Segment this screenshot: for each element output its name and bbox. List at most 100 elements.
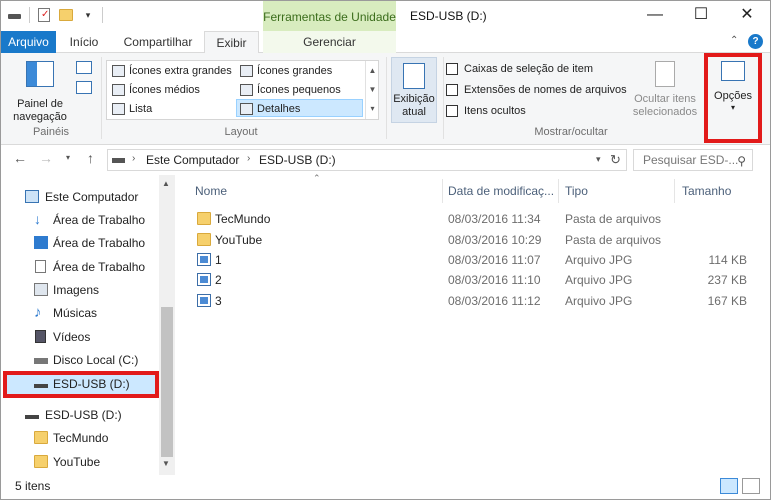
large-icons-view-icon[interactable] [742, 478, 760, 494]
showhide-group-label: Mostrar/ocultar [534, 126, 608, 138]
table-row[interactable]: 2 08/03/2016 11:10 Arquivo JPG 237 KB [193, 270, 753, 290]
help-icon[interactable]: ? [748, 34, 763, 49]
file-type: Arquivo JPG [565, 294, 633, 308]
tab-share[interactable]: Compartilhar [113, 31, 203, 53]
ribbon-collapse-icon[interactable]: ⌃ [730, 35, 738, 46]
folder-icon [34, 455, 48, 468]
checkbox-label: Itens ocultos [464, 105, 526, 117]
column-divider[interactable] [674, 179, 675, 203]
minimize-button[interactable]: — [632, 1, 678, 31]
nav-item-pictures[interactable]: Imagens [1, 279, 159, 301]
breadcrumb-drive[interactable]: ESD-USB (D:) [259, 153, 336, 167]
nav-item-label: Disco Local (C:) [53, 353, 139, 367]
nav-item-videos[interactable]: Vídeos [1, 326, 159, 348]
tab-manage[interactable]: Gerenciar [263, 31, 396, 53]
column-header-name[interactable]: Nome [195, 179, 227, 203]
properties-icon[interactable]: ✓ [36, 7, 52, 23]
new-folder-icon[interactable] [58, 7, 74, 23]
nav-item-label: Área de Trabalho [53, 236, 146, 250]
nav-item-local-disk[interactable]: Disco Local (C:) [1, 349, 159, 371]
column-header-date[interactable]: Data de modificaç... [448, 179, 554, 203]
drive-icon[interactable] [7, 7, 23, 23]
address-bar[interactable]: › Este Computador › ESD-USB (D:) ▾ ↻ [107, 149, 627, 171]
up-icon[interactable]: ↑ [87, 150, 94, 166]
layout-option[interactable]: Ícones grandes [237, 62, 362, 80]
column-divider[interactable] [442, 179, 443, 203]
checkbox[interactable] [446, 63, 458, 75]
nav-item-folder[interactable]: YouTube [1, 451, 159, 473]
item-count: 5 itens [15, 479, 51, 493]
usb-drive-icon [25, 415, 39, 419]
tab-view[interactable]: Exibir [204, 31, 259, 54]
checkbox[interactable] [446, 105, 458, 117]
layout-option-selected[interactable]: Detalhes [236, 99, 363, 117]
layout-option-label: Detalhes [257, 103, 301, 115]
item-checkboxes-toggle[interactable]: Caixas de seleção de item [446, 62, 593, 76]
details-view-icon[interactable] [720, 478, 738, 494]
back-icon[interactable]: ← [13, 150, 27, 166]
hidden-items-toggle[interactable]: Itens ocultos [446, 104, 526, 118]
sort-ascending-icon: ⌃ [313, 173, 321, 183]
navigation-pane-label: Painel de navegação [13, 98, 67, 123]
forward-icon[interactable]: → [39, 150, 53, 166]
refresh-icon[interactable]: ↻ [610, 152, 621, 168]
column-header-size[interactable]: Tamanho [682, 179, 731, 203]
layout-option[interactable]: Ícones extra grandes [109, 62, 234, 80]
layout-gallery: Ícones extra grandes Ícones grandes Ícon… [106, 60, 379, 120]
table-row[interactable]: YouTube 08/03/2016 10:29 Pasta de arquiv… [193, 230, 753, 250]
hide-selected-button[interactable]: Ocultar itens selecionados [629, 61, 701, 119]
title-bar: ✓ ▾ Ferramentas de Unidade ESD-USB (D:) … [1, 1, 770, 33]
nav-pane-scrollbar[interactable]: ▲ ▼ [159, 175, 175, 475]
nav-item-folder[interactable]: TecMundo [1, 427, 159, 449]
close-button[interactable]: ✕ [724, 1, 770, 31]
column-header-type[interactable]: Tipo [565, 179, 588, 203]
nav-item-music[interactable]: ♪ Músicas [1, 302, 159, 324]
nav-item-desktop[interactable]: ↓ Área de Trabalho [1, 209, 159, 231]
file-type: Arquivo JPG [565, 253, 633, 267]
table-row[interactable]: 1 08/03/2016 11:07 Arquivo JPG 114 KB [193, 250, 753, 270]
nav-item-label: Área de Trabalho [53, 213, 146, 227]
table-row[interactable]: TecMundo 08/03/2016 11:34 Pasta de arqui… [193, 209, 753, 229]
address-dropdown-icon[interactable]: ▾ [596, 154, 601, 165]
layout-option[interactable]: Ícones pequenos [237, 81, 362, 99]
preview-pane-icon[interactable] [76, 61, 92, 74]
videos-icon [35, 330, 46, 343]
scrollbar-thumb[interactable] [161, 307, 173, 457]
table-row[interactable]: 3 08/03/2016 11:12 Arquivo JPG 167 KB [193, 291, 753, 311]
file-extensions-toggle[interactable]: Extensões de nomes de arquivos [446, 83, 627, 97]
nav-item-label: Imagens [53, 283, 100, 297]
nav-item-desktop[interactable]: Área de Trabalho [1, 256, 159, 278]
folder-icon [34, 431, 48, 444]
group-divider [101, 57, 102, 139]
maximize-button[interactable]: ☐ [678, 1, 724, 31]
recent-locations-icon[interactable]: ▾ [66, 153, 70, 162]
nav-item-label: Vídeos [53, 330, 91, 344]
nav-item-desktop[interactable]: Área de Trabalho [1, 232, 159, 254]
file-list: ⌃ Nome Data de modificaç... Tipo Tamanho… [177, 173, 770, 475]
search-input[interactable]: Pesquisar ESD-... ⚲ [633, 149, 753, 171]
layout-option[interactable]: Ícones médios [109, 81, 234, 99]
scroll-down-icon[interactable]: ▼ [162, 459, 170, 468]
breadcrumb-computer[interactable]: Este Computador [146, 153, 239, 167]
large-icons-icon [240, 65, 253, 77]
file-name: YouTube [215, 233, 263, 247]
navigation-pane-button[interactable]: Painel de navegação [7, 61, 73, 124]
scroll-up-icon[interactable]: ▲ [162, 179, 170, 188]
music-icon: ♪ [34, 304, 42, 321]
navigation-pane-icon [26, 61, 54, 87]
column-divider[interactable] [558, 179, 559, 203]
layout-scroll-icon[interactable]: ▲ ▼ ▾ [365, 61, 379, 119]
details-pane-icon[interactable] [76, 81, 92, 94]
layout-option[interactable]: Lista [109, 100, 234, 118]
file-date: 08/03/2016 11:07 [448, 253, 541, 267]
nav-item-usb-drive[interactable]: ESD-USB (D:) [1, 404, 159, 426]
current-view-button[interactable]: Exibição atual [391, 57, 437, 123]
nav-item-label: TecMundo [53, 431, 109, 445]
nav-item-this-pc[interactable]: Este Computador [1, 186, 159, 208]
download-icon: ↓ [34, 211, 41, 227]
computer-icon [25, 190, 39, 203]
checkbox[interactable] [446, 84, 458, 96]
tab-home[interactable]: Início [61, 31, 107, 53]
customize-qat-icon[interactable]: ▾ [80, 7, 96, 23]
tab-file[interactable]: Arquivo [1, 31, 56, 53]
